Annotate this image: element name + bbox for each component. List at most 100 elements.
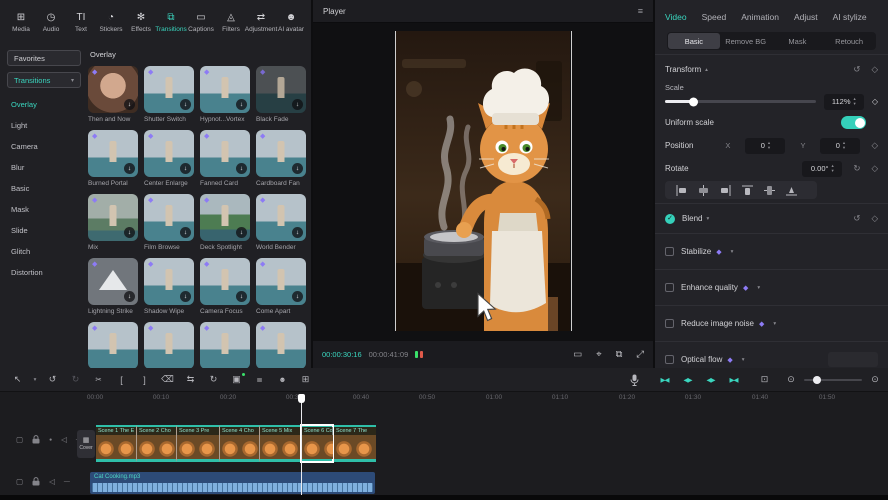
align-center-h-icon[interactable] bbox=[698, 185, 709, 196]
zoom-out-icon[interactable]: ⊙ bbox=[784, 374, 798, 385]
keyframe-icon[interactable]: ◇ bbox=[871, 140, 878, 151]
linked-preview-icon[interactable]: ◀▶ bbox=[699, 376, 722, 384]
tab-ai-stylize[interactable]: AI stylize bbox=[833, 12, 867, 22]
select-tool-caret-icon[interactable]: ▾ bbox=[29, 377, 41, 383]
optical-flow-disabled-button[interactable] bbox=[828, 352, 878, 367]
transition-card[interactable]: ◆↓Film Browse bbox=[144, 194, 194, 251]
clip-scene-3[interactable]: Scene 3 Pre bbox=[176, 425, 219, 462]
snapshot-icon[interactable]: ⌖ bbox=[596, 349, 601, 360]
timeline-playhead[interactable] bbox=[301, 394, 302, 495]
playhead-handle[interactable] bbox=[298, 394, 305, 403]
ratio-icon[interactable]: ▭ bbox=[573, 349, 582, 360]
scale-stepper[interactable]: ▴▾ bbox=[854, 97, 856, 106]
timeline-ruler[interactable]: 00:0000:1000:20 00:3000:4000:50 01:0001:… bbox=[0, 394, 888, 407]
player-menu-icon[interactable]: ≡ bbox=[638, 6, 643, 16]
toolbar-item-effects[interactable]: ✻Effects bbox=[126, 12, 156, 44]
transition-card[interactable]: ◆↓Fanned Card bbox=[200, 130, 250, 187]
toolbar-item-ai-avatar[interactable]: ☻AI avatar bbox=[276, 12, 306, 44]
rotate-stepper[interactable]: ▴▾ bbox=[832, 164, 834, 173]
transform-section-header[interactable]: Transform ▴ ↺ ◇ bbox=[665, 58, 878, 81]
position-y-stepper[interactable]: ▴▾ bbox=[843, 141, 845, 150]
reduce-noise-section[interactable]: Reduce image noise ◆ ▾ bbox=[665, 309, 878, 338]
solo-track-icon[interactable]: ● bbox=[49, 436, 52, 444]
transition-card[interactable]: ◆↓Come Apart bbox=[256, 258, 306, 315]
align-bottom-icon[interactable] bbox=[786, 185, 797, 196]
toolbar-item-captions[interactable]: ▭Captions bbox=[186, 12, 216, 44]
transition-card[interactable]: ◆↓World Bender bbox=[256, 194, 306, 251]
crop-icon[interactable]: ▣ bbox=[225, 374, 248, 385]
transitions-dropdown[interactable]: Transitions▾ bbox=[7, 72, 81, 88]
sidebar-item-basic[interactable]: Basic bbox=[7, 178, 81, 199]
split-icon[interactable]: ✂ bbox=[87, 375, 110, 384]
transition-card-partial[interactable]: ◆ bbox=[200, 322, 250, 368]
uniform-scale-toggle[interactable] bbox=[841, 116, 866, 129]
sidebar-item-overlay[interactable]: Overlay bbox=[7, 94, 81, 115]
transition-card[interactable]: ◆↓Burned Portal bbox=[88, 130, 138, 187]
multitrack-select-icon[interactable]: ▶◀ bbox=[722, 376, 745, 384]
clip-scene-6-selected[interactable]: Scene 6 Coo bbox=[301, 425, 333, 462]
timeline-zoom-handle[interactable] bbox=[813, 376, 821, 384]
subtab-basic[interactable]: Basic bbox=[668, 33, 720, 49]
sidebar-item-light[interactable]: Light bbox=[7, 115, 81, 136]
video-preview-cat-chef[interactable] bbox=[396, 31, 570, 331]
transition-card[interactable]: ◆↓Black Fade bbox=[256, 66, 306, 123]
transition-card-partial[interactable]: ◆ bbox=[144, 322, 194, 368]
record-voiceover-icon[interactable] bbox=[630, 374, 639, 386]
position-x-stepper[interactable]: ▴▾ bbox=[768, 141, 770, 150]
trim-right-icon[interactable]: ] bbox=[133, 375, 156, 385]
sidebar-item-distortion[interactable]: Distortion bbox=[7, 262, 81, 283]
audio-mixer-icon[interactable]: ≣ bbox=[248, 375, 271, 384]
transition-card-partial[interactable]: ◆ bbox=[256, 322, 306, 368]
toolbar-item-transitions[interactable]: ⧉Transitions bbox=[156, 12, 186, 44]
mirror-icon[interactable]: ⇆ bbox=[179, 374, 202, 385]
collapse-track-icon[interactable]: — bbox=[64, 478, 70, 486]
subtab-remove-bg[interactable]: Remove BG bbox=[720, 33, 772, 49]
timeline-zoom-slider[interactable] bbox=[804, 379, 862, 381]
transition-card[interactable]: ◆↓Camera Focus bbox=[200, 258, 250, 315]
toolbar-item-text[interactable]: TIText bbox=[66, 12, 96, 44]
toolbar-item-adjustment[interactable]: ⇄Adjustment bbox=[246, 12, 276, 44]
blend-checkbox-checked[interactable]: ✓ bbox=[665, 214, 675, 224]
main-track-magnet-icon[interactable]: ▶◀ bbox=[653, 376, 676, 384]
auto-ripple-icon[interactable]: ◀▶ bbox=[676, 376, 699, 384]
tab-video[interactable]: Video bbox=[665, 12, 687, 22]
reduce-noise-checkbox[interactable] bbox=[665, 319, 674, 328]
tab-speed[interactable]: Speed bbox=[702, 12, 727, 22]
transition-card[interactable]: ◆↓Then and Now bbox=[88, 66, 138, 123]
optical-flow-checkbox[interactable] bbox=[665, 355, 674, 364]
delete-icon[interactable]: ⌫ bbox=[156, 374, 179, 385]
scale-slider[interactable] bbox=[665, 100, 816, 103]
preview-monitor-icon[interactable]: ⊡ bbox=[753, 374, 776, 385]
reset-icon[interactable]: ↺ bbox=[853, 213, 860, 224]
clip-scene-7[interactable]: Scene 7 The bbox=[333, 425, 376, 462]
transition-card[interactable]: ◆↓Shadow Wipe bbox=[144, 258, 194, 315]
transition-card[interactable]: ◆↓Shutter Switch bbox=[144, 66, 194, 123]
subtab-mask[interactable]: Mask bbox=[772, 33, 824, 49]
clip-bound-right[interactable] bbox=[571, 31, 572, 331]
scale-value-input[interactable]: 112% ▴▾ bbox=[824, 94, 864, 110]
undo-icon[interactable]: ↺ bbox=[41, 374, 64, 385]
transition-card[interactable]: ◆↓Lightning Strike bbox=[88, 258, 138, 315]
reset-icon[interactable]: ↺ bbox=[853, 64, 860, 75]
toolbar-item-filters[interactable]: ◬Filters bbox=[216, 12, 246, 44]
toolbar-item-stickers[interactable]: ◔Stickers bbox=[96, 12, 126, 44]
clip-scene-5[interactable]: Scene 5 Mix bbox=[259, 425, 301, 462]
transition-card[interactable]: ◆↓Hypnot...Vortex bbox=[200, 66, 250, 123]
tab-animation[interactable]: Animation bbox=[741, 12, 779, 22]
clip-scene-4[interactable]: Scene 4 Cho bbox=[219, 425, 259, 462]
transition-card[interactable]: ◆↓Center Enlarge bbox=[144, 130, 194, 187]
zoom-in-icon[interactable]: ⊙ bbox=[868, 374, 882, 385]
pip-icon[interactable]: ⧉ bbox=[616, 349, 623, 360]
sidebar-item-glitch[interactable]: Glitch bbox=[7, 241, 81, 262]
sidebar-item-blur[interactable]: Blur bbox=[7, 157, 81, 178]
enhance-quality-checkbox[interactable] bbox=[665, 283, 674, 292]
transition-card[interactable]: ◆↓Deck Spotlight bbox=[200, 194, 250, 251]
favorites-button[interactable]: Favorites bbox=[7, 50, 81, 66]
hide-track-icon[interactable]: ▢ bbox=[16, 478, 23, 486]
keyframe-icon[interactable]: ◇ bbox=[871, 213, 878, 224]
lock-track-icon[interactable] bbox=[32, 477, 40, 486]
stabilize-checkbox[interactable] bbox=[665, 247, 674, 256]
toolbar-item-audio[interactable]: ◷Audio bbox=[36, 12, 66, 44]
align-left-icon[interactable] bbox=[676, 185, 687, 196]
sidebar-item-camera[interactable]: Camera bbox=[7, 136, 81, 157]
